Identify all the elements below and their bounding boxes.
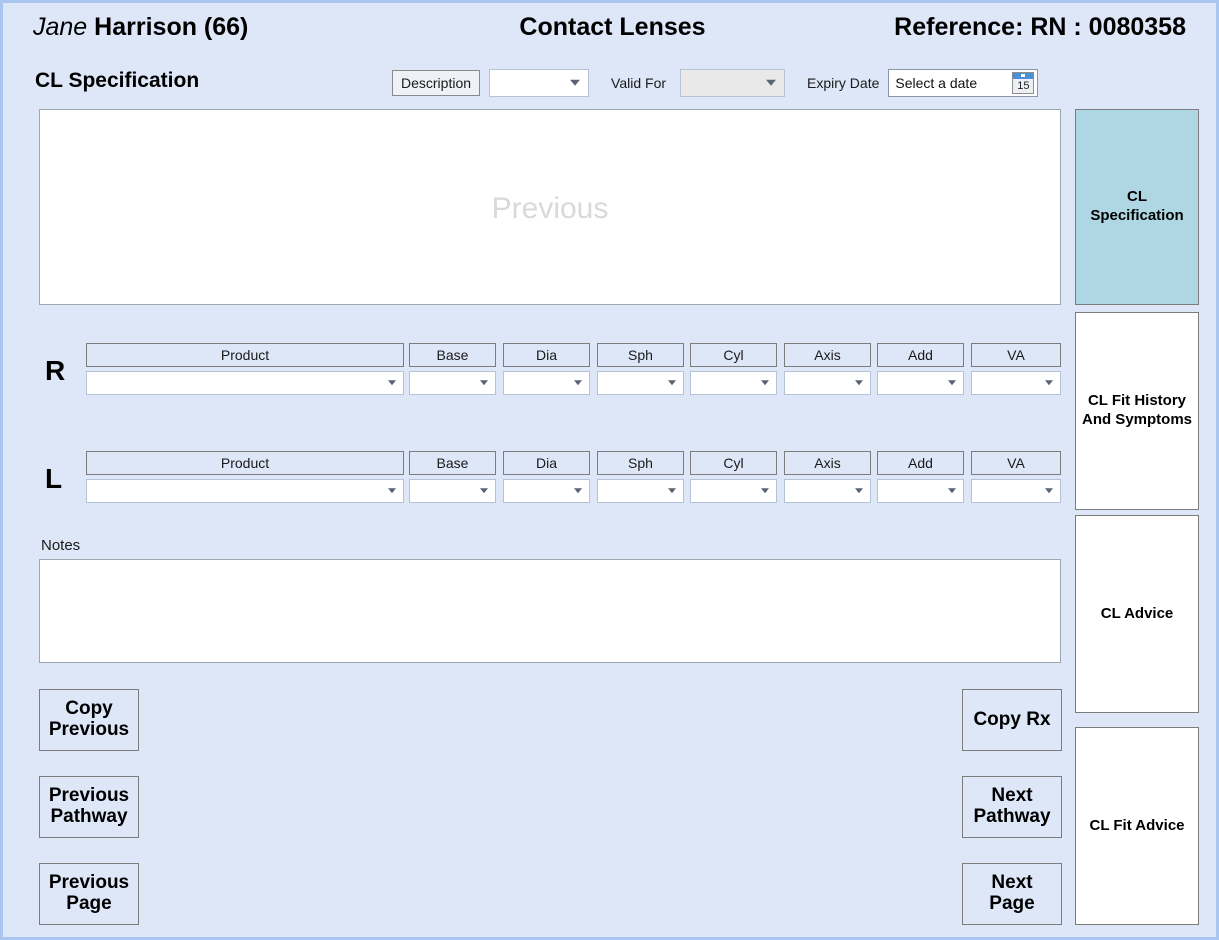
chevron-down-icon bbox=[948, 488, 956, 494]
previous-watermark: Previous bbox=[491, 192, 609, 225]
chevron-down-icon bbox=[388, 488, 396, 494]
tab-cl-fit-history-and-symptoms[interactable]: CL Fit History And Symptoms bbox=[1075, 312, 1199, 510]
chevron-down-icon bbox=[574, 488, 582, 494]
next-pathway-button[interactable]: Next Pathway bbox=[962, 776, 1062, 838]
calendar-icon-dot bbox=[1021, 74, 1026, 77]
l-product-select[interactable] bbox=[86, 479, 404, 503]
notes-textarea[interactable] bbox=[39, 559, 1061, 663]
column-header-add: Add bbox=[877, 343, 964, 367]
calendar-icon[interactable]: 15 bbox=[1012, 72, 1035, 94]
previous-page-button[interactable]: Previous Page bbox=[39, 863, 139, 925]
tab-cl-specification[interactable]: CL Specification bbox=[1075, 109, 1199, 305]
chevron-down-icon bbox=[668, 380, 676, 386]
r-base-select[interactable] bbox=[409, 371, 496, 395]
tab-cl-fit-advice[interactable]: CL Fit Advice bbox=[1075, 727, 1199, 925]
expiry-date-input[interactable]: Select a date 15 bbox=[888, 69, 1039, 97]
chevron-down-icon bbox=[570, 79, 581, 86]
l-base-select[interactable] bbox=[409, 479, 496, 503]
eye-label-r: R bbox=[45, 355, 66, 386]
r-axis-select[interactable] bbox=[784, 371, 871, 395]
chevron-down-icon bbox=[574, 380, 582, 386]
chevron-down-icon bbox=[1045, 488, 1053, 494]
section-title: CL Specification bbox=[35, 69, 200, 92]
column-header-cyl: Cyl bbox=[690, 343, 777, 367]
previous-records-panel[interactable]: Previous bbox=[39, 109, 1061, 305]
cl-specification-screen: Jane Harrison (66) Contact Lenses Refere… bbox=[0, 0, 1219, 940]
r-va-select[interactable] bbox=[971, 371, 1061, 395]
chevron-down-icon bbox=[480, 380, 488, 386]
column-header-axis: Axis bbox=[784, 343, 871, 367]
column-header-sph: Sph bbox=[597, 343, 684, 367]
r-dia-select[interactable] bbox=[503, 371, 590, 395]
calendar-icon-day: 15 bbox=[1017, 80, 1030, 92]
column-header-dia: Dia bbox=[503, 343, 590, 367]
r-sph-select[interactable] bbox=[597, 371, 684, 395]
l-cyl-select[interactable] bbox=[690, 479, 777, 503]
notes-label: Notes bbox=[41, 537, 81, 554]
reference-number: Reference: RN : 0080358 bbox=[894, 13, 1186, 41]
column-header-sph: Sph bbox=[597, 451, 684, 475]
r-add-select[interactable] bbox=[877, 371, 964, 395]
l-va-select[interactable] bbox=[971, 479, 1061, 503]
next-page-button[interactable]: Next Page bbox=[962, 863, 1062, 925]
copy-previous-button[interactable]: Copy Previous bbox=[39, 689, 139, 751]
chevron-down-icon bbox=[855, 488, 863, 494]
tab-cl-advice[interactable]: CL Advice bbox=[1075, 515, 1199, 713]
l-sph-select[interactable] bbox=[597, 479, 684, 503]
chevron-down-icon bbox=[480, 488, 488, 494]
previous-pathway-button[interactable]: Previous Pathway bbox=[39, 776, 139, 838]
eye-label-l: L bbox=[45, 463, 63, 494]
patient-header: Jane Harrison (66) Contact Lenses Refere… bbox=[3, 13, 1216, 49]
column-header-base: Base bbox=[409, 451, 496, 475]
chevron-down-icon bbox=[761, 488, 769, 494]
chevron-down-icon bbox=[668, 488, 676, 494]
l-dia-select[interactable] bbox=[503, 479, 590, 503]
column-header-cyl: Cyl bbox=[690, 451, 777, 475]
copy-rx-button[interactable]: Copy Rx bbox=[962, 689, 1062, 751]
chevron-down-icon bbox=[1045, 380, 1053, 386]
expiry-date-label: Expiry Date bbox=[807, 75, 880, 91]
l-axis-select[interactable] bbox=[784, 479, 871, 503]
valid-for-label: Valid For bbox=[611, 75, 667, 91]
column-header-product: Product bbox=[86, 451, 404, 475]
chevron-down-icon bbox=[948, 380, 956, 386]
chevron-down-icon bbox=[855, 380, 863, 386]
description-button[interactable]: Description bbox=[392, 70, 481, 96]
description-select[interactable] bbox=[489, 69, 590, 97]
chevron-down-icon bbox=[761, 380, 769, 386]
r-cyl-select[interactable] bbox=[690, 371, 777, 395]
r-product-select[interactable] bbox=[86, 371, 404, 395]
column-header-va: VA bbox=[971, 451, 1061, 475]
specification-toolbar: Description Valid For Expiry Date Select… bbox=[392, 68, 1039, 98]
column-header-va: VA bbox=[971, 343, 1061, 367]
expiry-date-placeholder: Select a date bbox=[895, 75, 978, 91]
chevron-down-icon bbox=[766, 79, 777, 86]
valid-for-select[interactable] bbox=[680, 69, 786, 97]
chevron-down-icon bbox=[388, 380, 396, 386]
l-add-select[interactable] bbox=[877, 479, 964, 503]
column-header-product: Product bbox=[86, 343, 404, 367]
column-header-dia: Dia bbox=[503, 451, 590, 475]
column-header-add: Add bbox=[877, 451, 964, 475]
column-header-base: Base bbox=[409, 343, 496, 367]
column-header-axis: Axis bbox=[784, 451, 871, 475]
